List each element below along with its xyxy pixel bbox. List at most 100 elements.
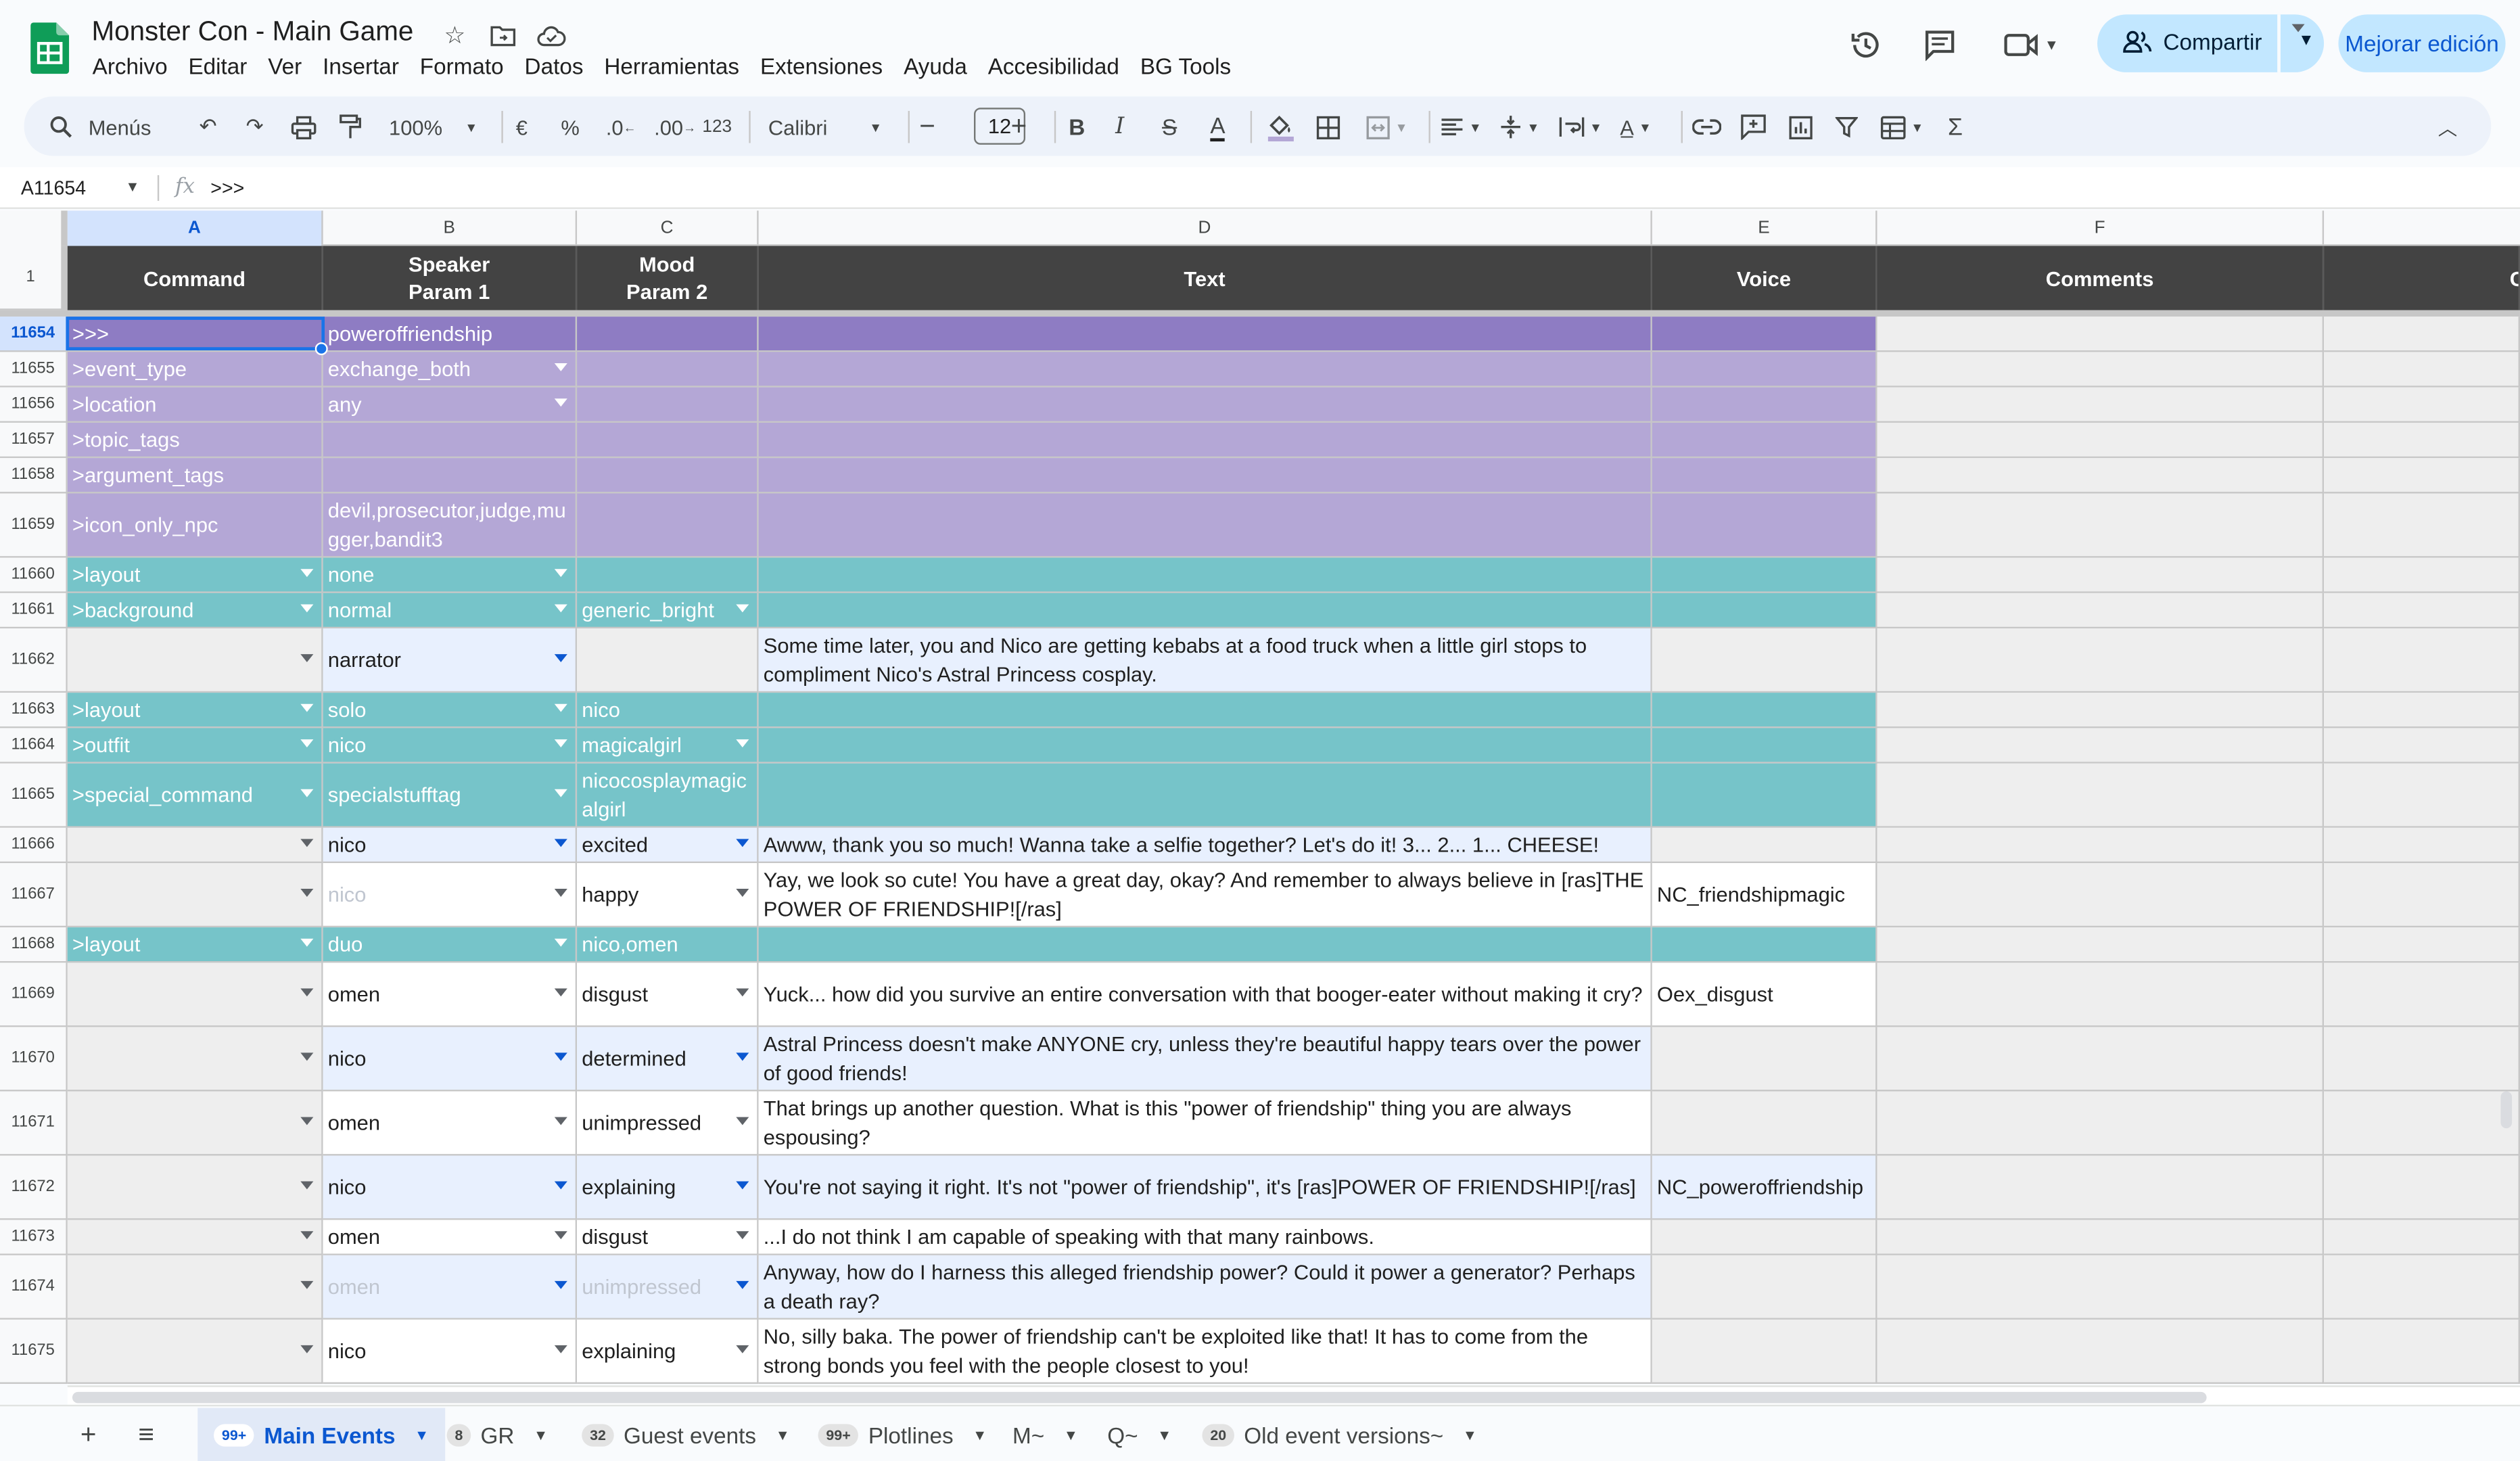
cell-g[interactable]: [2324, 728, 2520, 764]
row-header[interactable]: 11671: [0, 1091, 68, 1156]
menu-ver[interactable]: Ver: [267, 53, 310, 78]
cell-b[interactable]: omen: [323, 1255, 578, 1320]
cell-d[interactable]: [758, 593, 1652, 629]
cell-d[interactable]: [758, 557, 1652, 593]
cell-g[interactable]: [2324, 763, 2520, 828]
insert-chart-icon[interactable]: [1789, 111, 1813, 143]
bold-icon[interactable]: B: [1069, 111, 1085, 143]
menu-formato[interactable]: Formato: [419, 53, 513, 78]
chevron-down-icon[interactable]: [300, 1116, 314, 1125]
chevron-down-icon[interactable]: [736, 603, 749, 612]
font-select[interactable]: Calibri ▼: [768, 111, 882, 143]
chevron-down-icon[interactable]: [300, 1052, 314, 1061]
chevron-down-icon[interactable]: [554, 398, 567, 407]
cell-g[interactable]: [2324, 628, 2520, 693]
chevron-down-icon[interactable]: ▼: [1157, 1427, 1171, 1443]
italic-icon[interactable]: I: [1115, 111, 1124, 143]
cell-f[interactable]: [1877, 927, 2325, 963]
cell-g[interactable]: [2324, 1027, 2520, 1092]
chevron-down-icon[interactable]: [736, 1230, 749, 1238]
search-menus[interactable]: Menús: [50, 111, 151, 143]
row-header[interactable]: 11674: [0, 1255, 68, 1320]
cell-a[interactable]: >special_command: [67, 763, 323, 828]
cell-d[interactable]: [758, 927, 1652, 963]
improve-editing-button[interactable]: Mejorar edición: [2338, 14, 2506, 72]
chevron-down-icon[interactable]: ▼: [776, 1427, 790, 1443]
header-voice[interactable]: Voice: [1652, 246, 1877, 310]
cell-a[interactable]: >location: [67, 387, 323, 423]
horizontal-align-icon[interactable]: ▼: [1440, 111, 1482, 143]
cell-b[interactable]: omen: [323, 963, 578, 1027]
cell-b[interactable]: exchange_both: [323, 352, 578, 388]
chevron-down-icon[interactable]: [736, 988, 749, 996]
cell-e[interactable]: [1652, 1319, 1877, 1384]
cell-e[interactable]: [1652, 628, 1877, 693]
cell-b[interactable]: [323, 458, 578, 494]
cell-c[interactable]: excited: [577, 827, 759, 864]
sheet-tab[interactable]: 99+ Main Events ▼: [197, 1408, 446, 1461]
sheet-tab[interactable]: Q~ ▼: [1091, 1408, 1188, 1461]
chevron-down-icon[interactable]: [736, 1052, 749, 1061]
cell-f[interactable]: [1877, 763, 2325, 828]
cell-b[interactable]: nico: [323, 728, 578, 764]
cell-d[interactable]: No, silly baka. The power of friendship …: [758, 1319, 1652, 1384]
cell-c[interactable]: nico: [577, 693, 759, 728]
row-header[interactable]: 11675: [0, 1319, 68, 1384]
text-rotation-icon[interactable]: A̲ ▼: [1620, 111, 1652, 143]
cell-b[interactable]: nico: [323, 863, 578, 928]
sheet-tab[interactable]: 32 Guest events ▼: [565, 1408, 806, 1461]
cell-d[interactable]: [758, 387, 1652, 423]
text-wrapping-icon[interactable]: ▼: [1559, 111, 1602, 143]
cell-e[interactable]: [1652, 1255, 1877, 1320]
cell-d[interactable]: [758, 422, 1652, 459]
cell-g[interactable]: [2324, 493, 2520, 558]
chevron-down-icon[interactable]: [736, 1116, 749, 1125]
chevron-down-icon[interactable]: [300, 603, 314, 612]
chevron-down-icon[interactable]: ▼: [534, 1427, 548, 1443]
cell-f[interactable]: [1877, 827, 2325, 864]
font-size-decrease-button[interactable]: −: [919, 111, 935, 143]
chevron-down-icon[interactable]: [736, 738, 749, 747]
cell-f[interactable]: [1877, 1255, 2325, 1320]
cell-b[interactable]: poweroffriendship: [323, 317, 578, 352]
cell-e[interactable]: [1652, 1027, 1877, 1092]
name-box[interactable]: A11654: [21, 177, 86, 199]
cell-d[interactable]: Yuck... how did you survive an entire co…: [758, 963, 1652, 1027]
document-title[interactable]: Monster Con - Main Game: [91, 16, 413, 49]
cell-g[interactable]: [2324, 1155, 2520, 1220]
cell-g[interactable]: [2324, 1319, 2520, 1384]
cell-d[interactable]: [758, 493, 1652, 558]
chevron-down-icon[interactable]: [554, 788, 567, 797]
chevron-down-icon[interactable]: [554, 1116, 567, 1125]
cell-c[interactable]: explaining: [577, 1155, 759, 1220]
cell-c[interactable]: disgust: [577, 1220, 759, 1255]
column-header-a[interactable]: A: [67, 210, 323, 246]
cell-c[interactable]: happy: [577, 863, 759, 928]
cell-a[interactable]: >event_type: [67, 352, 323, 388]
cell-g[interactable]: [2324, 352, 2520, 388]
cell-a[interactable]: >layout: [67, 557, 323, 593]
cell-d[interactable]: You're not saying it right. It's not "po…: [758, 1155, 1652, 1220]
cell-g[interactable]: [2324, 387, 2520, 423]
chevron-down-icon[interactable]: [300, 1180, 314, 1189]
header-comments[interactable]: Comments: [1877, 246, 2325, 310]
cell-c[interactable]: [577, 387, 759, 423]
vertical-align-icon[interactable]: ▼: [1499, 111, 1539, 143]
cell-f[interactable]: [1877, 493, 2325, 558]
cell-c[interactable]: nicocosplaymagicalgirl: [577, 763, 759, 828]
cell-f[interactable]: [1877, 352, 2325, 388]
chevron-down-icon[interactable]: [736, 1180, 749, 1189]
cell-c[interactable]: [577, 317, 759, 352]
sheet-tab[interactable]: 99+ Plotlines ▼: [802, 1408, 1003, 1461]
header-mood[interactable]: Mood Param 2: [577, 246, 759, 310]
cell-g[interactable]: [2324, 1255, 2520, 1320]
column-header-d[interactable]: D: [759, 210, 1652, 246]
cell-b[interactable]: nico: [323, 1155, 578, 1220]
cell-d[interactable]: That brings up another question. What is…: [758, 1091, 1652, 1156]
menu-accesibilidad[interactable]: Accesibilidad: [987, 53, 1128, 78]
cell-f[interactable]: [1877, 1091, 2325, 1156]
chevron-down-icon[interactable]: [300, 937, 314, 946]
cell-c[interactable]: [577, 422, 759, 459]
cell-a[interactable]: >>>: [67, 317, 323, 352]
cell-f[interactable]: [1877, 728, 2325, 764]
